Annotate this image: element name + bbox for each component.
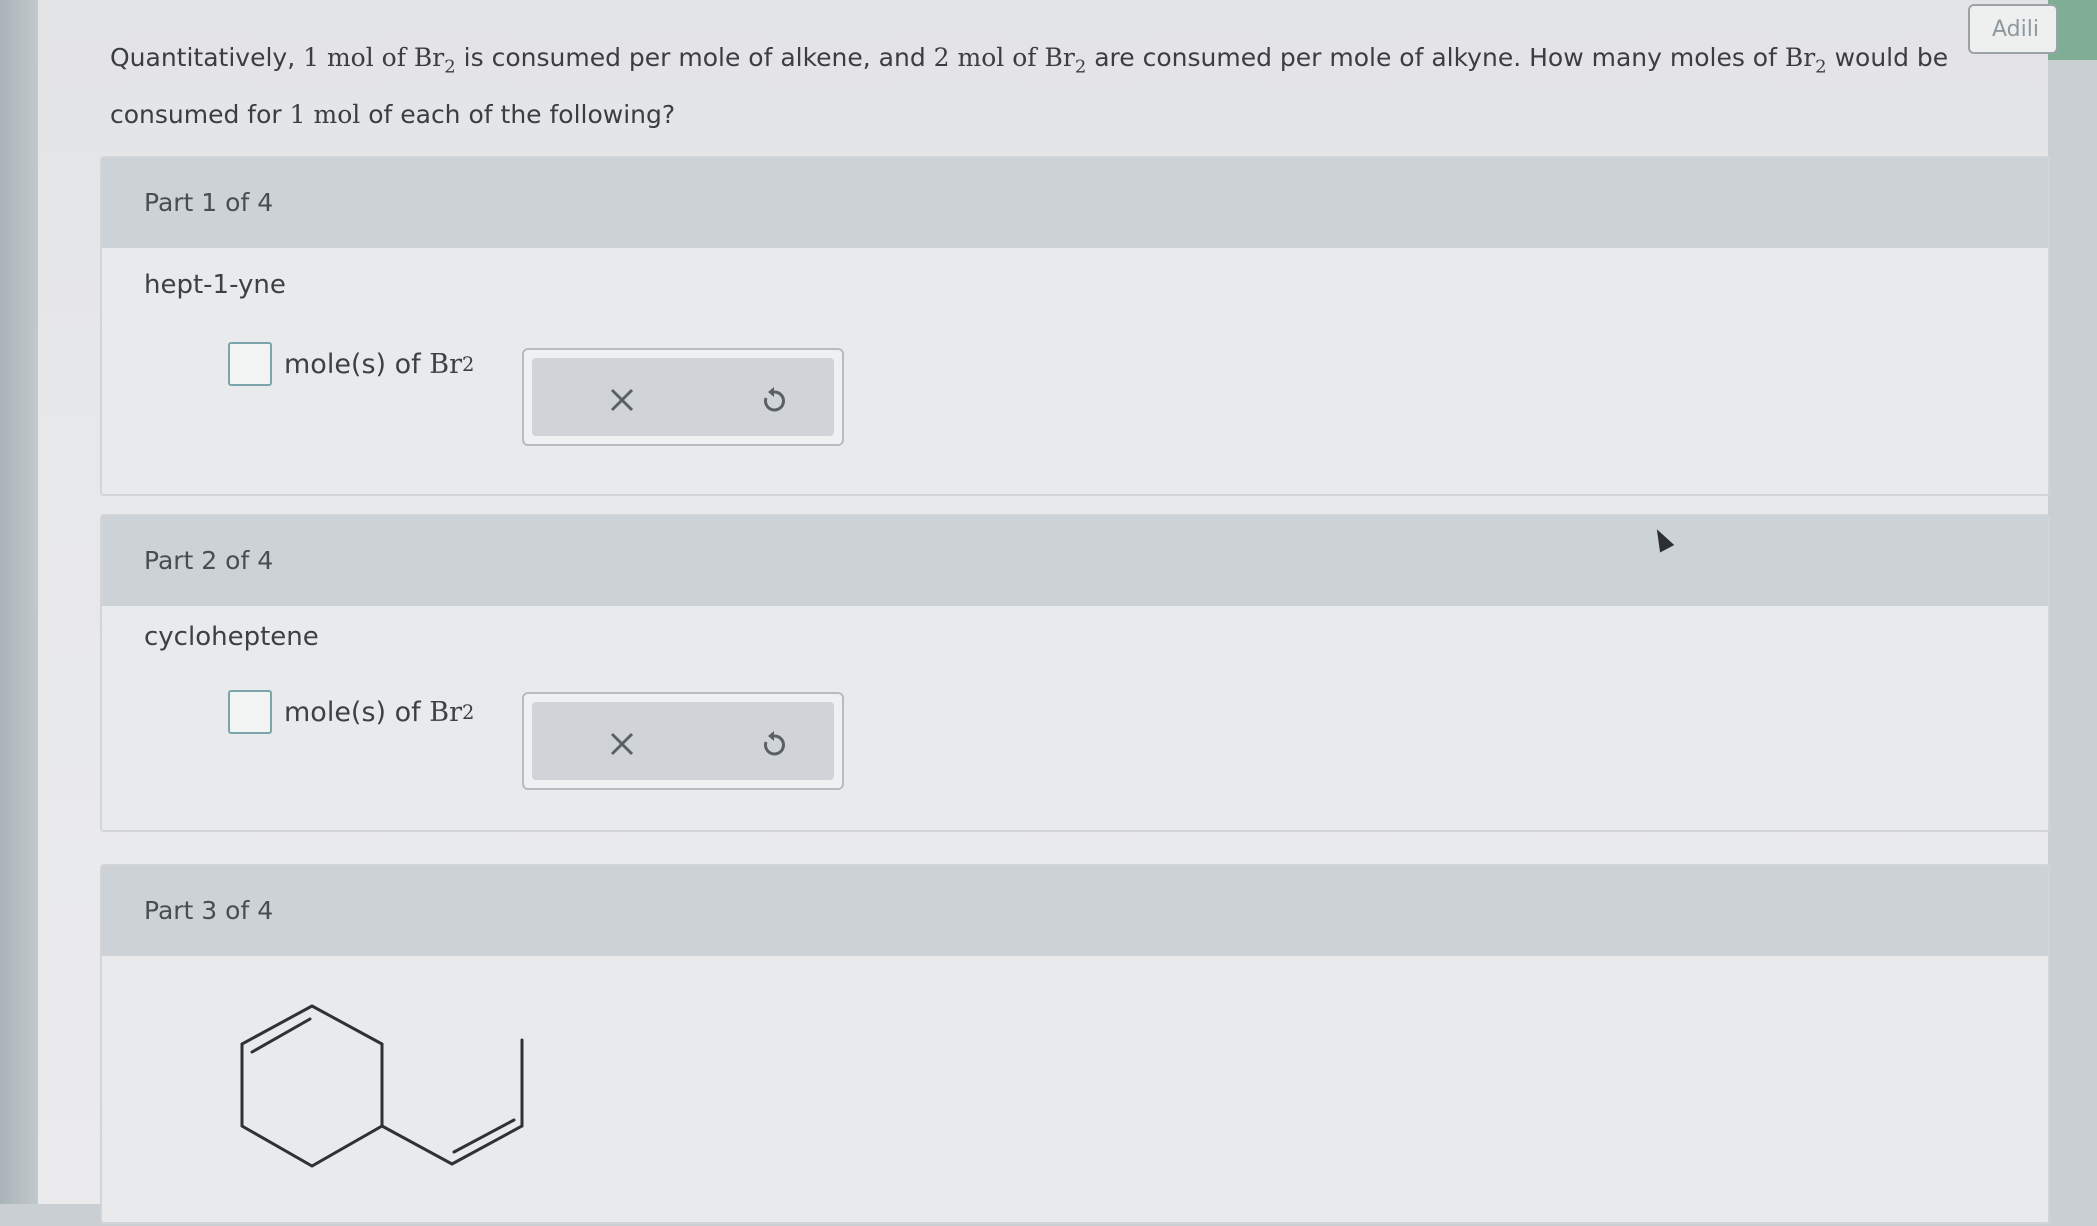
x-icon bbox=[610, 388, 634, 412]
question-text: Quantitatively, 1 mol of Br2 is consumed… bbox=[110, 43, 1949, 130]
part-1-answer-input[interactable] bbox=[228, 342, 272, 386]
part-1-panel: Part 1 of 4 hept-1-yne mole(s) of Br 2 bbox=[100, 156, 2050, 496]
part-1-unit-label: mole(s) of bbox=[284, 348, 421, 380]
part-2-unit-label: mole(s) of bbox=[284, 696, 421, 728]
part-3-header: Part 3 of 4 bbox=[102, 866, 2048, 956]
x-icon bbox=[610, 732, 634, 756]
part-1-unit-sub: 2 bbox=[462, 352, 475, 376]
left-edge bbox=[0, 0, 38, 1204]
undo-icon bbox=[764, 731, 785, 756]
part-2-header: Part 2 of 4 bbox=[102, 516, 2048, 606]
part-1-action-box bbox=[522, 348, 844, 446]
part-1-unit-formula: Br bbox=[429, 348, 463, 380]
part-1-header: Part 1 of 4 bbox=[102, 158, 2048, 248]
part-2-answer-input[interactable] bbox=[228, 690, 272, 734]
part-2-unit-formula: Br bbox=[429, 696, 463, 728]
part-2-undo-button[interactable] bbox=[750, 720, 798, 768]
cyclohexene-vinyl-structure-icon bbox=[240, 1004, 524, 1168]
part-2-clear-button[interactable] bbox=[598, 720, 646, 768]
part-2-action-inner bbox=[532, 702, 834, 780]
part-3-panel: Part 3 of 4 bbox=[100, 864, 2050, 1224]
part-2-action-box bbox=[522, 692, 844, 790]
part-1-action-inner bbox=[532, 358, 834, 436]
undo-icon bbox=[764, 387, 785, 412]
part-1-clear-button[interactable] bbox=[598, 376, 646, 424]
part-2-compound-name: cycloheptene bbox=[144, 622, 319, 652]
part-1-undo-button[interactable] bbox=[750, 376, 798, 424]
part-2-unit-sub: 2 bbox=[462, 700, 475, 724]
part-1-answer-row: mole(s) of Br 2 bbox=[228, 342, 474, 386]
part-2-panel: Part 2 of 4 cycloheptene mole(s) of Br 2 bbox=[100, 514, 2050, 832]
part-2-answer-row: mole(s) of Br 2 bbox=[228, 690, 474, 734]
part-1-compound-name: hept-1-yne bbox=[144, 270, 286, 300]
